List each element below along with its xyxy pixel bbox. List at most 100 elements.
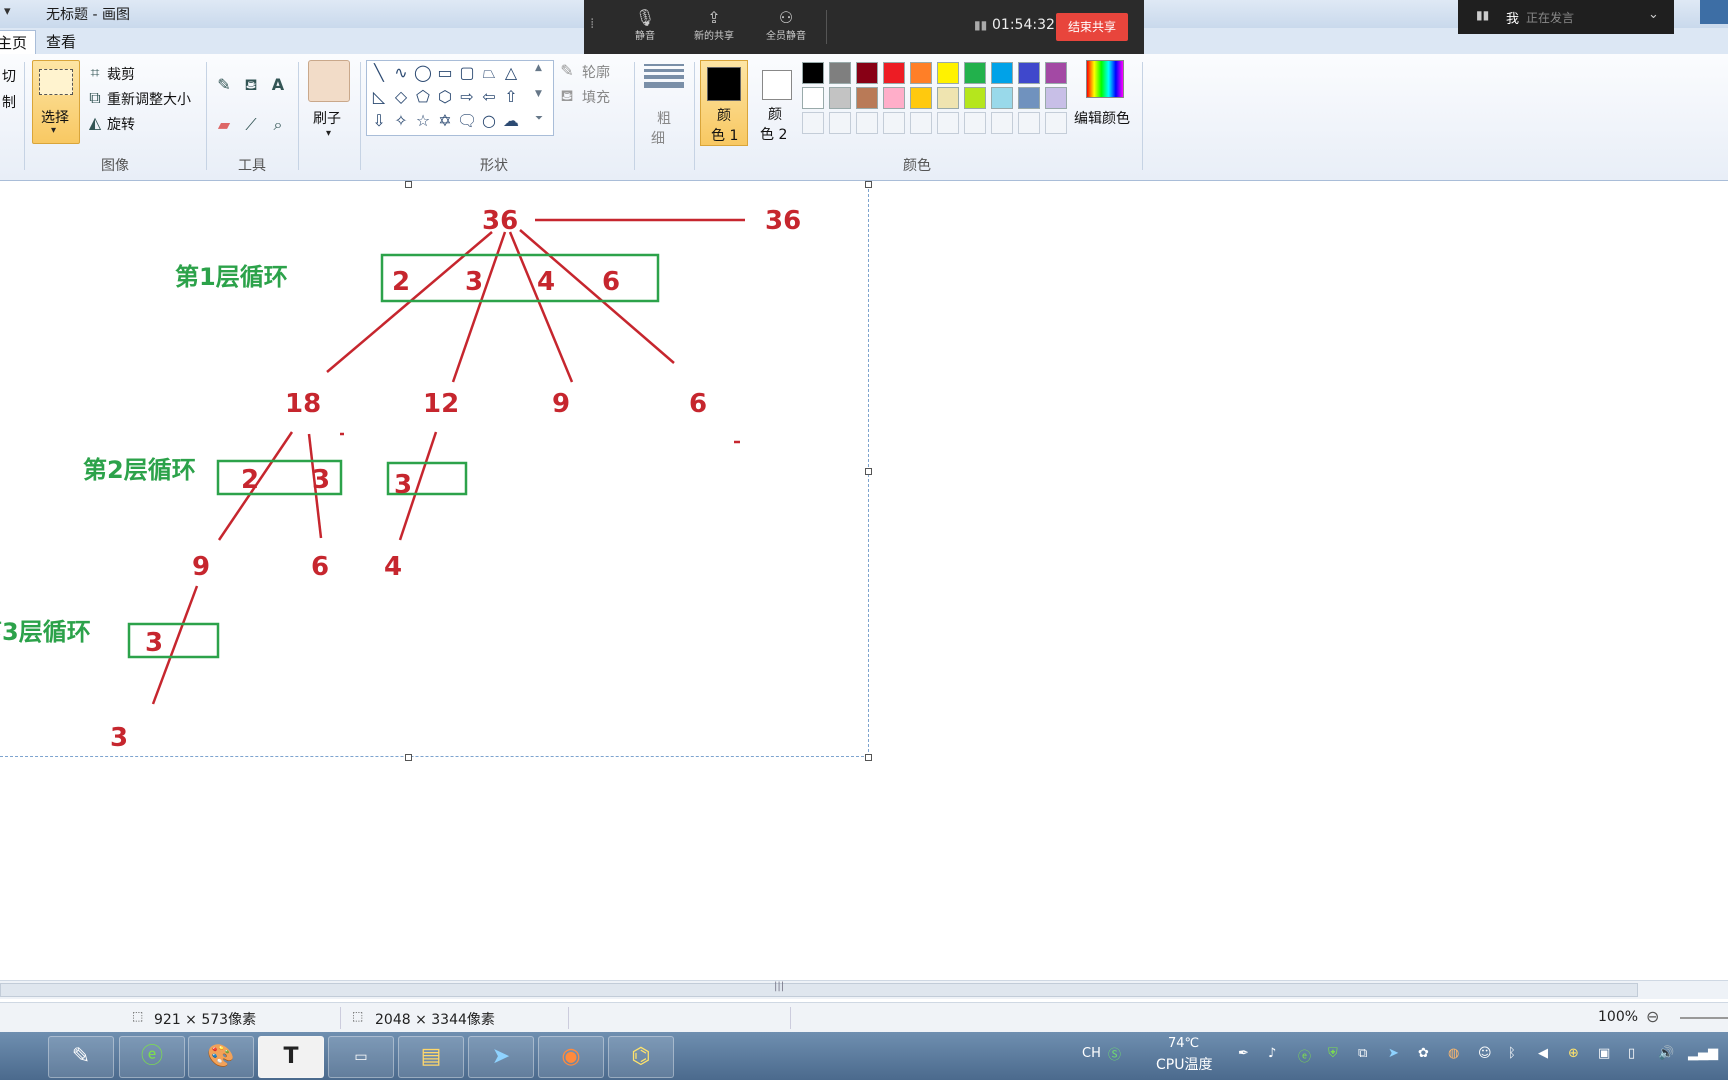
notepad-app-icon[interactable]: ✎ <box>48 1036 114 1078</box>
palette-swatch[interactable] <box>937 62 959 84</box>
scroll-up-icon[interactable]: ▲ <box>535 63 542 73</box>
diamond-shape-icon[interactable]: ◇ <box>391 87 411 107</box>
color-picker-icon[interactable]: ⟋ <box>240 114 262 136</box>
palette-swatch[interactable] <box>829 87 851 109</box>
palette-custom-slot[interactable] <box>1045 112 1067 134</box>
palette-custom-slot[interactable] <box>1018 112 1040 134</box>
palette-swatch[interactable] <box>1018 62 1040 84</box>
arrow-up-shape-icon[interactable]: ⇧ <box>501 87 521 107</box>
pentagon-shape-icon[interactable]: ⬠ <box>413 87 433 107</box>
text-icon[interactable]: A <box>267 74 289 96</box>
crop-button[interactable]: 裁剪 <box>107 64 135 84</box>
palette-swatch[interactable] <box>991 62 1013 84</box>
arrow-right-shape-icon[interactable]: ⇨ <box>457 87 477 107</box>
eraser-icon[interactable]: ▰ <box>213 114 235 136</box>
stack-app-icon[interactable]: ◉ <box>538 1036 604 1078</box>
palette-swatch[interactable] <box>829 62 851 84</box>
plus-tray-icon[interactable]: ⊕ <box>1568 1046 1579 1061</box>
tab-view[interactable]: 查看 <box>38 30 84 54</box>
resize-handle[interactable] <box>865 754 872 761</box>
language-indicator[interactable]: CH <box>1082 1046 1101 1061</box>
palette-custom-slot[interactable] <box>883 112 905 134</box>
shapes-gallery[interactable]: ╲ ∿ ◯ ▭ ▢ ⏢ △ ◺ ◇ ⬠ ⬡ ⇨ ⇦ ⇧ ⇩ ✧ ☆ ✡ 🗨 ○ … <box>366 60 554 136</box>
rainbow-icon[interactable] <box>1086 60 1124 98</box>
palette-swatch[interactable] <box>991 87 1013 109</box>
rotate-button[interactable]: 旋转 <box>107 114 135 134</box>
line-shape-icon[interactable]: ╲ <box>369 63 389 83</box>
palette-swatch[interactable] <box>1045 62 1067 84</box>
palette-swatch[interactable] <box>910 87 932 109</box>
edit-colors-button[interactable]: 编辑颜色 <box>1074 108 1130 128</box>
palette-swatch[interactable] <box>856 62 878 84</box>
resize-button[interactable]: 重新调整大小 <box>107 89 191 109</box>
right-triangle-shape-icon[interactable]: ◺ <box>369 87 389 107</box>
size-label-bottom[interactable]: 细 <box>651 128 665 148</box>
fill-bucket-icon[interactable]: ⛾ <box>240 74 262 96</box>
horizontal-scrollbar[interactable]: ||| <box>0 980 1728 999</box>
palette-swatch[interactable] <box>1018 87 1040 109</box>
palette-custom-slot[interactable] <box>937 112 959 134</box>
color1-button[interactable]: 颜 色 1 <box>700 60 748 146</box>
palette-custom-slot[interactable] <box>964 112 986 134</box>
palette-custom-slot[interactable] <box>910 112 932 134</box>
qq-tray-icon[interactable]: ☺ <box>1478 1046 1492 1061</box>
magnifier-icon[interactable]: ⌕ <box>267 114 289 136</box>
rectangle-shape-icon[interactable]: ▭ <box>435 63 455 83</box>
end-share-button[interactable]: 结束共享 <box>1056 13 1128 41</box>
drawing-canvas[interactable]: 36 36 2 3 4 6 18 12 9 6 2 3 3 9 6 4 3 3 … <box>0 184 869 757</box>
shield-tray-icon[interactable]: ⛨ <box>1328 1046 1338 1061</box>
fill-button[interactable]: 填充 <box>582 87 610 107</box>
palette-swatch[interactable] <box>910 62 932 84</box>
mute-all-button[interactable]: ⚇ 全员静音 <box>762 8 810 42</box>
arrow-down-shape-icon[interactable]: ⇩ <box>369 111 389 131</box>
star6-shape-icon[interactable]: ✡ <box>435 111 455 131</box>
size-icon[interactable] <box>644 62 684 91</box>
tab-home[interactable]: 主页 <box>0 30 37 55</box>
terminal-app-icon[interactable]: ▭ <box>328 1036 394 1078</box>
arrow-left-shape-icon[interactable]: ⇦ <box>479 87 499 107</box>
volume-icon[interactable]: 🔊 <box>1658 1046 1674 1061</box>
chevron-down-icon[interactable]: ⌄ <box>1648 7 1659 22</box>
window-tray-icon[interactable]: ⧉ <box>1358 1046 1367 1061</box>
zoom-slider[interactable] <box>1680 1017 1728 1019</box>
palette-custom-slot[interactable] <box>856 112 878 134</box>
scroll-down-icon[interactable]: ▼ <box>535 89 542 99</box>
browser-tray-icon[interactable]: ⓔ <box>1298 1046 1311 1065</box>
resize-handle[interactable] <box>865 468 872 475</box>
color2-button[interactable]: 颜 色 2 <box>752 60 800 144</box>
outline-button[interactable]: 轮廓 <box>582 62 610 82</box>
expand-gallery-icon[interactable]: ⏷ <box>535 113 543 124</box>
bluetooth-icon[interactable]: ᛒ <box>1508 1046 1516 1061</box>
file-explorer-app-icon[interactable]: ▤ <box>398 1036 464 1078</box>
oval-shape-icon[interactable]: ◯ <box>413 63 433 83</box>
brush-button[interactable]: 刷子 <box>313 108 341 128</box>
resize-handle[interactable] <box>405 181 412 188</box>
typora-app-icon[interactable]: T <box>258 1036 324 1078</box>
callout-rect-shape-icon[interactable]: 🗨 <box>457 111 477 131</box>
star4-shape-icon[interactable]: ✧ <box>391 111 411 131</box>
battery-icon[interactable]: ▯ <box>1628 1046 1635 1061</box>
rounded-rectangle-shape-icon[interactable]: ▢ <box>457 63 477 83</box>
window-control-icon[interactable] <box>1700 0 1728 24</box>
copy-button[interactable]: 制 <box>2 92 16 112</box>
palette-swatch[interactable] <box>964 62 986 84</box>
curve-shape-icon[interactable]: ∿ <box>391 63 411 83</box>
resize-handle[interactable] <box>865 181 872 188</box>
speaker-tray-icon[interactable]: ◀ <box>1538 1046 1548 1061</box>
palette-swatch[interactable] <box>802 62 824 84</box>
star5-shape-icon[interactable]: ☆ <box>413 111 433 131</box>
palette-swatch[interactable] <box>856 87 878 109</box>
app-tray-icon[interactable]: ✿ <box>1418 1046 1429 1061</box>
brush-icon[interactable] <box>308 60 350 102</box>
triangle-shape-icon[interactable]: △ <box>501 63 521 83</box>
palette-swatch[interactable] <box>883 62 905 84</box>
callout-oval-shape-icon[interactable]: ○ <box>479 111 499 131</box>
size-label-top[interactable]: 粗 <box>657 108 671 128</box>
network-icon[interactable]: ▂▄▆ <box>1688 1046 1718 1061</box>
new-share-button[interactable]: ⇪ 新的共享 <box>690 8 738 42</box>
quick-access-dropdown[interactable]: ▾ <box>4 4 11 19</box>
monitor-tray-icon[interactable]: ▣ <box>1598 1046 1610 1061</box>
polygon-shape-icon[interactable]: ⏢ <box>479 63 499 83</box>
resize-handle[interactable] <box>405 754 412 761</box>
mute-button[interactable]: 🎙 静音 <box>624 8 666 42</box>
